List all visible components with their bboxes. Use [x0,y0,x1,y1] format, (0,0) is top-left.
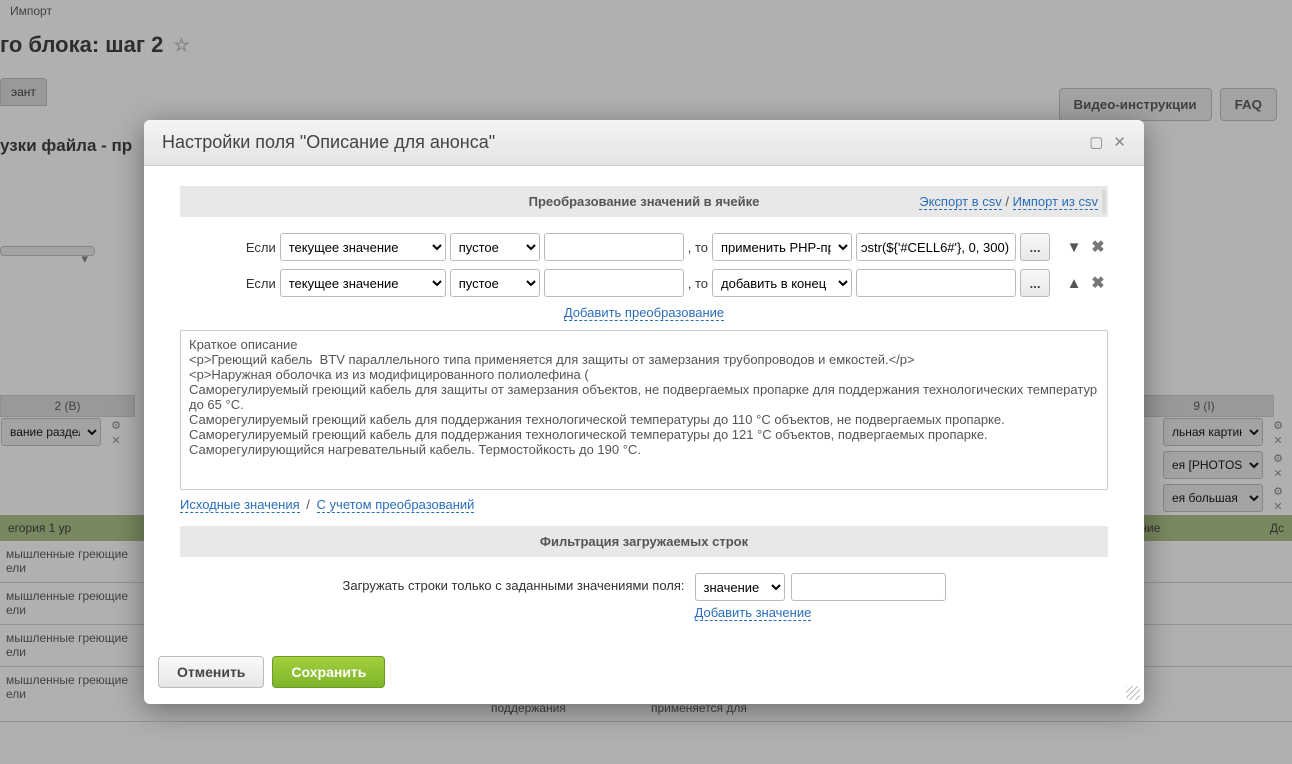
condition-value-input[interactable] [544,233,684,261]
field-settings-modal: Настройки поля "Описание для анонса" ▢ ✕… [144,120,1144,704]
modal-footer: Отменить Сохранить [144,646,1144,704]
action-select[interactable]: добавить в конец [712,269,852,297]
delete-rule-icon[interactable]: ✖ [1088,237,1108,257]
section-divider [1102,190,1106,213]
close-icon[interactable]: ✕ [1113,135,1126,150]
condition-value-input[interactable] [544,269,684,297]
move-down-icon[interactable]: ▼ [1064,239,1084,256]
transform-rule-row: Если текущее значение пустое , то добави… [180,269,1108,297]
condition-subject-select[interactable]: текущее значение [280,233,446,261]
filter-label: Загружать строки только с заданными знач… [342,573,684,593]
expression-editor-button[interactable]: ... [1020,233,1050,261]
then-label: , то [688,276,708,291]
resize-grip-icon[interactable] [1126,686,1140,700]
filter-value-input[interactable] [791,573,946,601]
then-label: , то [688,240,708,255]
if-label: Если [246,276,276,291]
action-select[interactable]: применить PHP-пр [712,233,852,261]
toggle-converted-values[interactable]: С учетом преобразований [317,497,475,513]
transform-rule-row: Если текущее значение пустое , то примен… [180,233,1108,261]
import-csv-link[interactable]: Импорт из csv [1013,194,1098,210]
move-up-icon[interactable]: ▲ [1064,275,1084,292]
delete-rule-icon[interactable]: ✖ [1088,273,1108,293]
modal-header: Настройки поля "Описание для анонса" ▢ ✕ [144,120,1144,166]
condition-subject-select[interactable]: текущее значение [280,269,446,297]
modal-title: Настройки поля "Описание для анонса" [162,132,1079,153]
transform-section-header: Преобразование значений в ячейке Экспорт… [180,186,1108,217]
preview-textarea[interactable]: Краткое описание <p>Греющий кабель BTV п… [180,330,1108,490]
maximize-icon[interactable]: ▢ [1089,135,1103,150]
toggle-source-values[interactable]: Исходные значения [180,497,300,513]
add-transform-link[interactable]: Добавить преобразование [564,305,724,321]
add-filter-value-link[interactable]: Добавить значение [695,605,812,621]
condition-predicate-select[interactable]: пустое [450,233,540,261]
save-button[interactable]: Сохранить [272,656,385,688]
export-csv-link[interactable]: Экспорт в csv [919,194,1001,210]
if-label: Если [246,240,276,255]
expression-editor-button[interactable]: ... [1020,269,1050,297]
filter-type-select[interactable]: значение [695,573,785,601]
filter-section-header: Фильтрация загружаемых строк [180,526,1108,557]
cancel-button[interactable]: Отменить [158,656,264,688]
action-value-input[interactable] [856,233,1016,261]
condition-predicate-select[interactable]: пустое [450,269,540,297]
action-value-input[interactable] [856,269,1016,297]
